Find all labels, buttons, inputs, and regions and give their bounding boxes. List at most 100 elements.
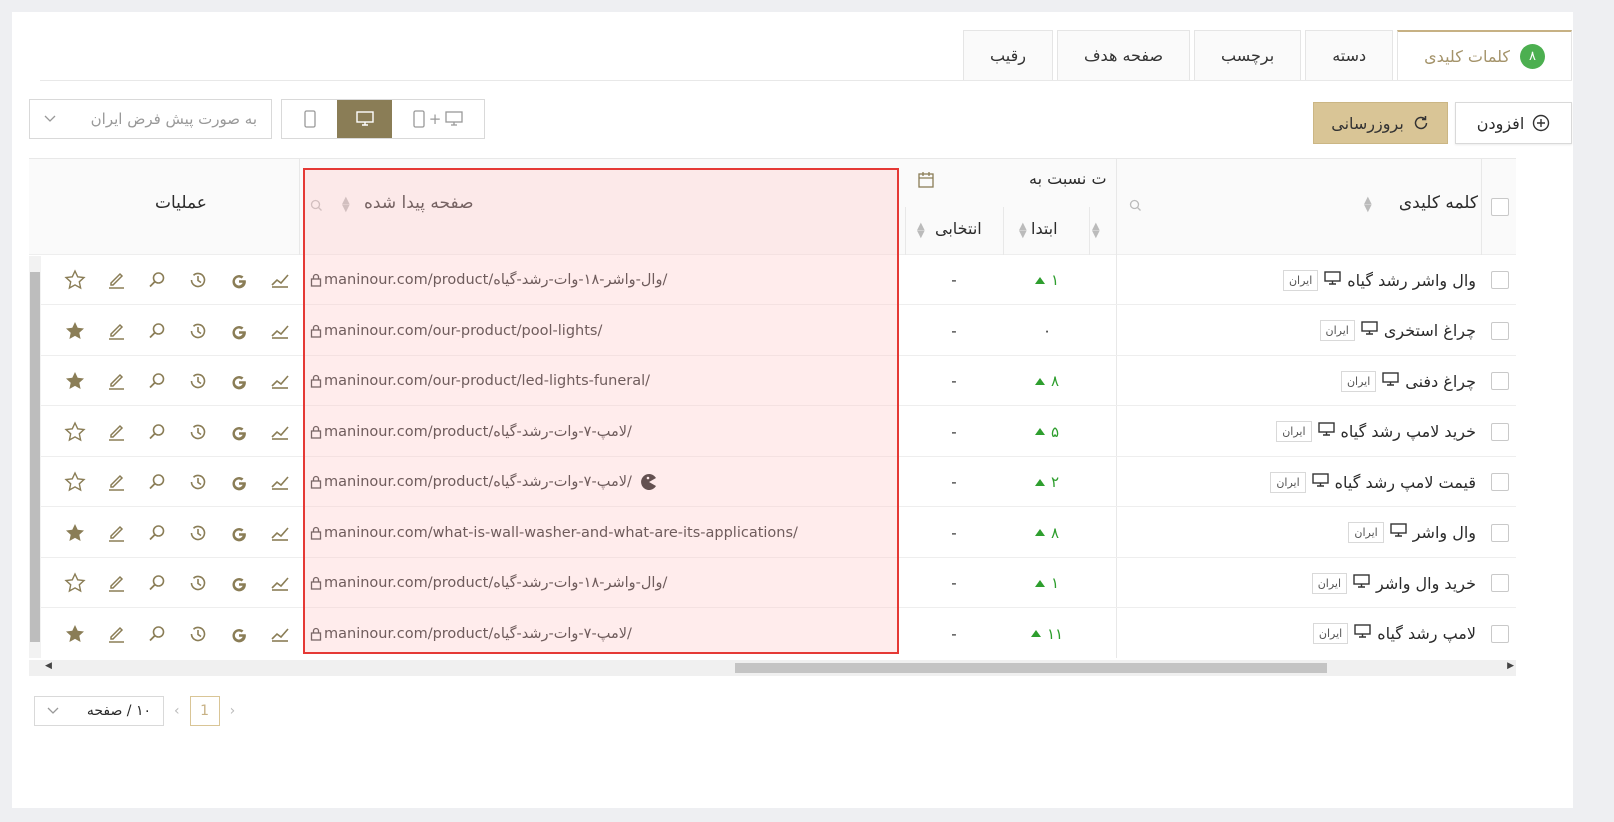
search-icon[interactable] (136, 422, 177, 442)
region-select[interactable]: به صورت پیش فرض ایران (29, 99, 272, 139)
history-icon[interactable] (177, 472, 218, 492)
search-icon[interactable] (136, 624, 177, 644)
search-icon[interactable] (136, 270, 177, 290)
tab-target-page[interactable]: صفحه هدف (1056, 30, 1191, 80)
search-icon[interactable] (136, 523, 177, 543)
search-icon[interactable] (136, 573, 177, 593)
history-icon[interactable] (177, 573, 218, 593)
google-icon[interactable] (218, 574, 259, 592)
google-icon[interactable] (218, 372, 259, 390)
current-page[interactable]: 1 (189, 696, 220, 726)
edit-icon[interactable] (95, 422, 136, 442)
row-checkbox[interactable] (1491, 321, 1509, 340)
chart-icon[interactable] (259, 373, 300, 389)
sort-icon[interactable]: ▲ ▼ (342, 196, 350, 214)
history-icon[interactable] (177, 321, 218, 341)
sort-icon[interactable]: ▲ ▼ (917, 222, 925, 240)
edit-icon[interactable] (95, 573, 136, 593)
search-icon[interactable] (136, 472, 177, 492)
add-button[interactable]: افزودن (1455, 102, 1572, 144)
found-page-url[interactable]: maninour.com/product/وال-واشر-۱۸-وات-رشد… (324, 272, 667, 288)
edit-icon[interactable] (95, 472, 136, 492)
sort-icon[interactable]: ▲ ▼ (1019, 222, 1027, 240)
found-page-cell[interactable]: maninour.com/our-product/pool-lights/ (310, 306, 602, 356)
row-checkbox[interactable] (1491, 574, 1509, 592)
google-icon[interactable] (218, 625, 259, 643)
chart-icon[interactable] (259, 626, 300, 642)
google-icon[interactable] (218, 271, 259, 289)
prev-page-icon[interactable]: ‹ (174, 703, 180, 719)
google-icon[interactable] (218, 322, 259, 340)
history-icon[interactable] (177, 371, 218, 391)
horizontal-scrollbar[interactable]: ◀ ▶ (29, 660, 1516, 676)
chart-icon[interactable] (259, 474, 300, 490)
scroll-left-arrow-icon[interactable]: ◀ (45, 661, 52, 671)
star-filled-icon[interactable] (54, 522, 95, 544)
search-icon[interactable] (310, 199, 323, 212)
star-filled-icon[interactable] (54, 370, 95, 392)
found-page-url[interactable]: maninour.com/our-product/led-lights-fune… (324, 373, 650, 389)
found-page-url[interactable]: maninour.com/our-product/pool-lights/ (324, 323, 602, 339)
row-checkbox[interactable] (1491, 523, 1509, 542)
row-checkbox[interactable] (1491, 271, 1509, 289)
chart-icon[interactable] (259, 272, 300, 288)
found-page-url[interactable]: maninour.com/product/وال-واشر-۱۸-وات-رشد… (324, 575, 667, 591)
found-page-cell[interactable]: maninour.com/what-is-wall-washer-and-wha… (310, 508, 798, 558)
edit-icon[interactable] (95, 523, 136, 543)
tab-competitor[interactable]: رقیب (963, 30, 1053, 80)
star-icon[interactable] (54, 572, 95, 594)
google-icon[interactable] (218, 524, 259, 542)
history-icon[interactable] (177, 624, 218, 644)
page-size-select[interactable]: ۱۰ / صفحه (34, 696, 164, 726)
star-filled-icon[interactable] (54, 623, 95, 645)
history-icon[interactable] (177, 270, 218, 290)
row-checkbox[interactable] (1491, 422, 1509, 441)
chart-icon[interactable] (259, 525, 300, 541)
chart-icon[interactable] (259, 424, 300, 440)
edit-icon[interactable] (95, 270, 136, 290)
all-devices-button[interactable]: + (392, 100, 484, 138)
edit-icon[interactable] (95, 371, 136, 391)
mobile-device-button[interactable] (282, 100, 337, 138)
column-header-start[interactable]: ابتدا (1031, 219, 1058, 238)
column-header-keyword[interactable]: کلمه کلیدی (1399, 193, 1478, 213)
star-icon[interactable] (54, 420, 95, 443)
scroll-right-arrow-icon[interactable]: ▶ (1507, 661, 1514, 671)
sort-icon[interactable]: ▲ ▼ (1364, 196, 1372, 214)
found-page-cell[interactable]: maninour.com/product/لامپ-۷-وات-رشد-گیاه… (310, 609, 632, 659)
scrollbar-thumb[interactable] (735, 663, 1327, 673)
history-icon[interactable] (177, 422, 218, 442)
sort-icon[interactable]: ▲ ▼ (1092, 222, 1100, 240)
found-page-url[interactable]: maninour.com/what-is-wall-washer-and-wha… (324, 525, 798, 541)
desktop-device-button[interactable] (337, 100, 392, 138)
tab-keywords[interactable]: ۸ کلمات کلیدی (1397, 30, 1572, 80)
found-page-url[interactable]: maninour.com/product/لامپ-۷-وات-رشد-گیاه… (324, 474, 632, 490)
found-page-cell[interactable]: maninour.com/product/لامپ-۷-وات-رشد-گیاه… (310, 407, 632, 457)
tab-category[interactable]: دسته (1305, 30, 1394, 80)
select-all-checkbox[interactable] (1491, 198, 1509, 216)
chart-icon[interactable] (259, 575, 300, 591)
row-checkbox[interactable] (1491, 372, 1509, 390)
search-icon[interactable] (136, 321, 177, 341)
chart-icon[interactable] (259, 323, 300, 339)
cannibalization-icon[interactable] (640, 473, 658, 491)
history-icon[interactable] (177, 523, 218, 543)
row-checkbox[interactable] (1491, 473, 1509, 491)
edit-icon[interactable] (95, 624, 136, 644)
refresh-button[interactable]: بروزرسانی (1313, 102, 1448, 144)
vertical-scrollbar[interactable] (29, 256, 41, 658)
calendar-icon[interactable] (917, 171, 935, 189)
found-page-cell[interactable]: maninour.com/product/وال-واشر-۱۸-وات-رشد… (310, 558, 667, 608)
found-page-cell[interactable]: maninour.com/product/وال-واشر-۱۸-وات-رشد… (310, 255, 667, 305)
row-checkbox[interactable] (1491, 624, 1509, 643)
star-filled-icon[interactable] (54, 320, 95, 342)
scrollbar-thumb[interactable] (30, 272, 40, 642)
google-icon[interactable] (218, 473, 259, 491)
edit-icon[interactable] (95, 321, 136, 341)
star-icon[interactable] (54, 269, 95, 291)
star-icon[interactable] (54, 471, 95, 493)
search-icon[interactable] (1129, 199, 1142, 212)
tab-label-tag[interactable]: برچسب (1194, 30, 1302, 80)
column-header-found-page[interactable]: صفحه پیدا شده (364, 193, 474, 213)
google-icon[interactable] (218, 423, 259, 441)
